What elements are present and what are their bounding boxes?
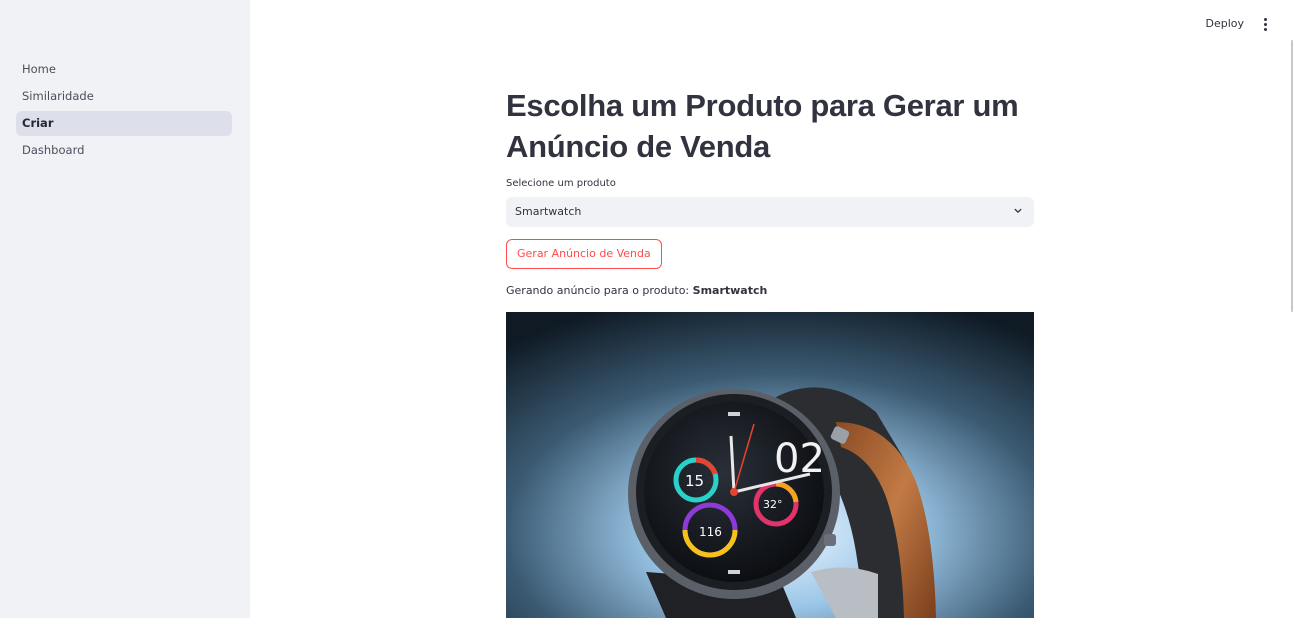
status-product: Smartwatch (692, 284, 768, 297)
smartwatch-image: 02 15 32° 116 (506, 312, 1034, 618)
generate-ad-button[interactable]: Gerar Anúncio de Venda (506, 239, 662, 269)
sidebar-item-criar[interactable]: Criar (16, 111, 232, 136)
header-toolbar: Deploy (250, 0, 1294, 50)
select-label: Selecione um produto (506, 178, 616, 189)
status-text: Gerando anúncio para o produto: Smartwat… (506, 284, 767, 297)
sidebar: Home Similaridade Criar Dashboard (0, 0, 250, 618)
status-prefix: Gerando anúncio para o produto: (506, 284, 690, 297)
svg-text:15: 15 (685, 472, 704, 490)
sidebar-nav: Home Similaridade Criar Dashboard (16, 57, 232, 165)
sidebar-item-home[interactable]: Home (16, 57, 232, 82)
product-select[interactable]: Smartwatch (506, 197, 1034, 227)
sidebar-item-dashboard[interactable]: Dashboard (16, 138, 232, 163)
more-vertical-icon[interactable] (1260, 18, 1270, 32)
deploy-button[interactable]: Deploy (1205, 17, 1244, 30)
product-image: 02 15 32° 116 (506, 312, 1034, 618)
svg-text:32°: 32° (763, 498, 783, 511)
svg-text:116: 116 (699, 525, 722, 539)
scrollbar[interactable] (1291, 40, 1293, 312)
product-select-value: Smartwatch (515, 205, 582, 218)
chevron-down-icon (1014, 208, 1022, 213)
sidebar-item-similaridade[interactable]: Similaridade (16, 84, 232, 109)
page-title: Escolha um Produto para Gerar um Anúncio… (506, 88, 1019, 164)
